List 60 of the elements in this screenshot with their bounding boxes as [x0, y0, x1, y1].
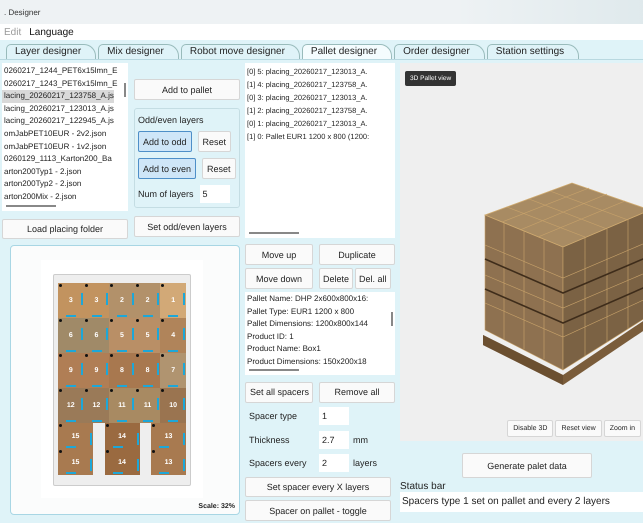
list-item[interactable]: 0260217_1244_PET6x15lmn_E [2, 65, 118, 78]
spacer-toggle-button[interactable]: Spacer on pallet - toggle [245, 500, 391, 522]
status-bar-label: Status bar [400, 481, 447, 492]
field-label: Spacer type [248, 411, 298, 422]
info-line: Pallet Dimensions: 1200x800x144 [247, 318, 368, 330]
scrollbar[interactable] [249, 368, 299, 371]
input-field[interactable]: 1 [319, 407, 349, 426]
scrollbar[interactable] [124, 83, 126, 97]
info-line: Pallet Type: EUR1 1200 x 800 [247, 306, 354, 318]
list-item[interactable]: arton200Typ1 - 2.json [2, 166, 82, 178]
tab[interactable]: Mix designer [98, 44, 179, 59]
input-field[interactable]: 5 [200, 185, 230, 203]
move-up-button[interactable]: Move up [245, 244, 313, 266]
group-title: Odd/even layers [138, 115, 205, 125]
tab[interactable]: Layer designer [6, 44, 96, 59]
list-item[interactable]: 0260129_1113_Karton200_Ba [2, 153, 112, 166]
info-line: Product ID: 1 [247, 330, 294, 343]
tab[interactable]: Order designer [394, 44, 485, 59]
info-line: Product Dimensions: 150x200x18 [247, 356, 367, 368]
delete-all-button[interactable]: Del. all [355, 268, 391, 290]
field-label: Thickness [248, 434, 291, 445]
field-label: Num of layers [138, 189, 194, 199]
add-layer-button[interactable]: Add to even [138, 158, 196, 179]
input-field[interactable]: 2.7 [319, 430, 349, 449]
reset-button[interactable]: Reset [202, 158, 236, 179]
info-line: Product Name: Box1 [247, 343, 321, 356]
reset-button[interactable]: Reset [198, 131, 232, 152]
list-item[interactable]: arton200Mix - 2.json [2, 190, 76, 204]
move-down-button[interactable]: Move down [245, 268, 313, 290]
list-item[interactable]: lacing_20260217_123013_A.js [2, 102, 114, 116]
list-item[interactable]: 0260217_1243_PET6x15lmn_E [2, 78, 118, 90]
info-line: Pallet Name: DHP 2x600x800x16: [247, 293, 368, 306]
list-item[interactable]: lacing_20260217_123758_A.js [2, 90, 114, 103]
set-spacer-button[interactable]: Set spacer every X layers [245, 476, 391, 498]
list-item[interactable]: omJabPET10EUR - 1v2.json [2, 140, 106, 154]
tab[interactable]: Pallet designer [302, 44, 392, 59]
window-title: . Designer [4, 8, 40, 16]
scrollbar[interactable] [6, 205, 56, 207]
add-to-pallet-button[interactable]: Add to pallet [134, 79, 240, 100]
unit-label: layers [353, 458, 378, 468]
tab[interactable]: Station settings [486, 44, 580, 59]
generate-button[interactable]: Generate palet data [462, 453, 592, 478]
list-item[interactable]: lacing_20260217_122945_A.js [2, 115, 114, 128]
unit-label: mm [353, 434, 368, 445]
list-item[interactable]: arton200Typ2 - 2.json [2, 178, 82, 191]
delete-button[interactable]: Delete [319, 268, 354, 290]
list-item[interactable]: omJabPET10EUR - 2v2.json [2, 128, 106, 141]
load-folder-button[interactable]: Load placing folder [2, 219, 128, 239]
add-layer-button[interactable]: Add to odd [138, 131, 192, 152]
menu-item[interactable]: Language [29, 26, 74, 38]
status-bar: Spacers type 1 set on pallet and every 2 layers [400, 492, 643, 512]
set-odd-even-button[interactable]: Set odd/even layers [134, 216, 240, 237]
remove-all-button[interactable]: Remove all [319, 382, 395, 403]
set-all-spacers-button[interactable]: Set all spacers [245, 382, 313, 403]
scrollbar[interactable] [249, 232, 299, 234]
input-field[interactable]: 2 [319, 454, 349, 472]
tab[interactable]: Robot move designer [180, 44, 300, 59]
field-label: Spacers every [248, 458, 308, 468]
scrollbar[interactable] [391, 312, 393, 326]
duplicate-button[interactable]: Duplicate [319, 244, 395, 266]
